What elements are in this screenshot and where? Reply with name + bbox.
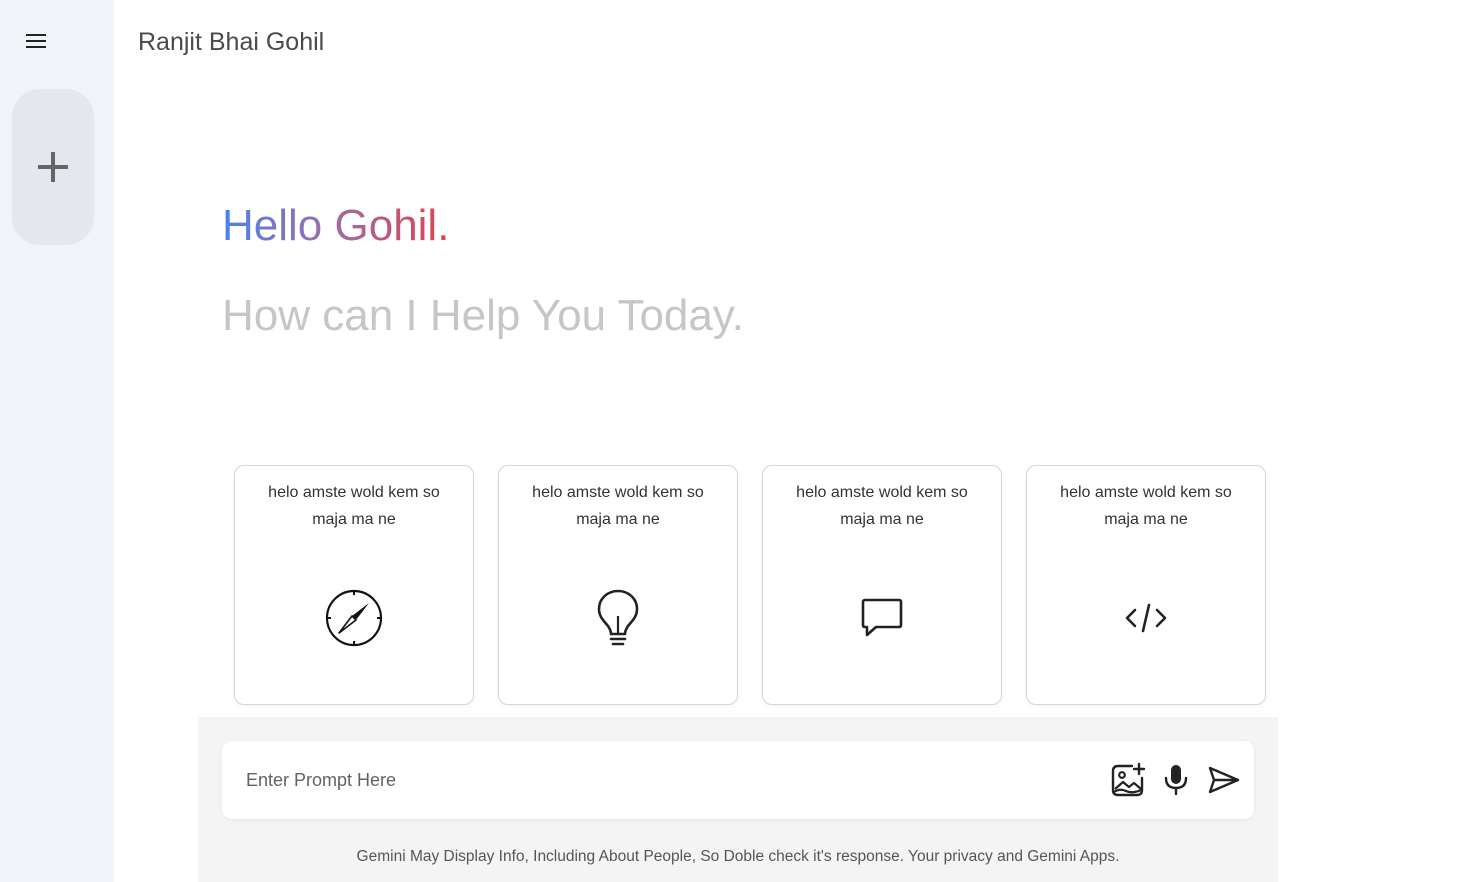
mic-button[interactable]	[1158, 761, 1194, 799]
suggestion-card-text: helo amste wold kem so maja ma ne	[796, 484, 968, 528]
lightbulb-icon	[588, 588, 648, 648]
sidebar	[0, 0, 114, 882]
suggestion-card[interactable]: helo amste wold kem so maja ma ne	[498, 465, 738, 705]
greeting-hello: Hello Gohil.	[222, 201, 450, 250]
disclaimer-text: Gemini May Display Info, Including About…	[356, 848, 1120, 865]
menu-button[interactable]	[22, 27, 50, 55]
send-button[interactable]	[1204, 761, 1244, 799]
greeting-subtitle: How can I Help You Today.	[222, 291, 744, 340]
mic-icon	[1164, 765, 1188, 796]
prompt-box	[222, 741, 1254, 819]
new-chat-button[interactable]	[12, 89, 94, 245]
suggestion-card[interactable]: helo amste wold kem so maja ma ne	[234, 465, 474, 705]
message-icon	[852, 588, 912, 648]
add-image-icon	[1111, 762, 1146, 797]
prompt-input[interactable]	[246, 763, 1086, 797]
prompt-area: Gemini May Display Info, Including About…	[198, 717, 1278, 882]
hamburger-menu-icon	[26, 34, 46, 48]
compass-icon	[324, 588, 384, 648]
suggestion-card-text: helo amste wold kem so maja ma ne	[1060, 484, 1232, 528]
suggestion-card-text: helo amste wold kem so maja ma ne	[532, 484, 704, 528]
suggestion-card[interactable]: helo amste wold kem so maja ma ne	[762, 465, 1002, 705]
app-title: Ranjit Bhai Gohil	[138, 28, 325, 56]
code-icon	[1116, 588, 1176, 648]
suggestion-card-text: helo amste wold kem so maja ma ne	[268, 484, 440, 528]
suggestion-card[interactable]: helo amste wold kem so maja ma ne	[1026, 465, 1266, 705]
plus-icon	[38, 152, 68, 182]
send-icon	[1208, 766, 1240, 794]
app-root: Ranjit Bhai Gohil Hello Gohil. How can I…	[0, 0, 1462, 882]
add-image-button[interactable]	[1108, 761, 1148, 799]
